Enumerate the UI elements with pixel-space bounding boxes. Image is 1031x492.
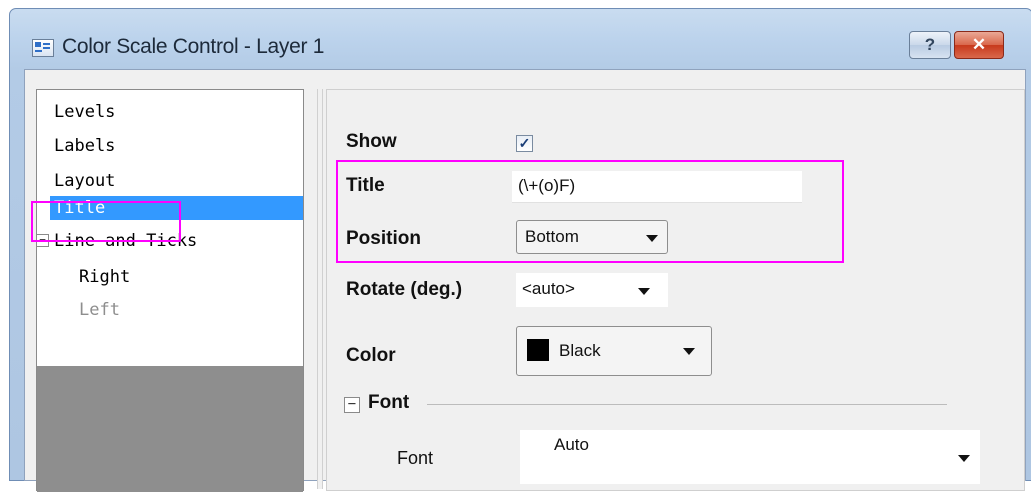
dialog-client-area: Levels Labels Layout Title − Line and Ti…: [24, 69, 1026, 492]
show-checkbox[interactable]: ✓: [516, 135, 533, 152]
chevron-down-icon: [646, 235, 658, 242]
collapse-font-icon[interactable]: −: [344, 397, 360, 413]
position-dropdown[interactable]: Bottom: [516, 220, 668, 254]
rotate-label: Rotate (deg.): [346, 279, 463, 300]
section-divider: [427, 404, 947, 405]
tree-item-label: Right: [79, 267, 131, 287]
tree-item-right[interactable]: Right: [79, 265, 130, 289]
tree-item-label: Line and Ticks: [54, 231, 198, 251]
help-button[interactable]: ?: [909, 31, 951, 59]
color-swatch: [527, 339, 549, 361]
chevron-down-icon: [638, 288, 650, 295]
rotate-dropdown[interactable]: <auto>: [516, 273, 668, 307]
font-label: Font: [397, 448, 434, 468]
font-section-label: Font: [368, 392, 410, 413]
properties-panel: Show ✓ Title (\+(o)F) Position Bottom Ro…: [326, 89, 1025, 491]
font-value: Auto: [554, 435, 589, 454]
tree-item-labels[interactable]: Labels: [54, 134, 115, 158]
tree-item-title[interactable]: Title: [50, 196, 303, 220]
tree-item-layout[interactable]: Layout: [54, 169, 115, 193]
position-value: Bottom: [525, 227, 579, 246]
settings-tree: Levels Labels Layout Title − Line and Ti…: [31, 89, 304, 492]
app-window-icon: [32, 39, 54, 57]
position-label: Position: [346, 228, 421, 249]
color-label: Color: [346, 345, 396, 366]
show-label: Show: [346, 131, 397, 152]
title-label: Title: [346, 175, 385, 196]
rotate-value: <auto>: [522, 279, 575, 298]
tree-item-label: Labels: [54, 136, 116, 156]
collapse-icon[interactable]: −: [36, 234, 49, 247]
title-text-value: (\+(o)F): [518, 176, 576, 195]
tree-item-label: Levels: [54, 102, 116, 122]
tree-item-label: Layout: [54, 171, 116, 191]
tree-item-line-and-ticks[interactable]: − Line and Ticks: [36, 229, 198, 253]
chevron-down-icon: [683, 348, 695, 355]
tree-item-left: Left: [79, 298, 120, 322]
chevron-down-icon: [958, 455, 970, 462]
color-value: Black: [559, 341, 601, 360]
check-icon: ✓: [518, 135, 531, 151]
close-button[interactable]: ✕: [954, 31, 1004, 59]
tree-empty-area: [37, 366, 303, 492]
title-text-field[interactable]: (\+(o)F): [512, 171, 802, 203]
tree-item-levels[interactable]: Levels: [54, 100, 115, 124]
tree-item-label: Title: [54, 198, 106, 218]
tree-item-label: Left: [79, 300, 120, 320]
color-dropdown[interactable]: Black: [516, 326, 712, 376]
panel-splitter[interactable]: [317, 89, 323, 489]
window-title: Color Scale Control - Layer 1: [62, 35, 325, 58]
font-dropdown[interactable]: Auto: [520, 430, 980, 484]
